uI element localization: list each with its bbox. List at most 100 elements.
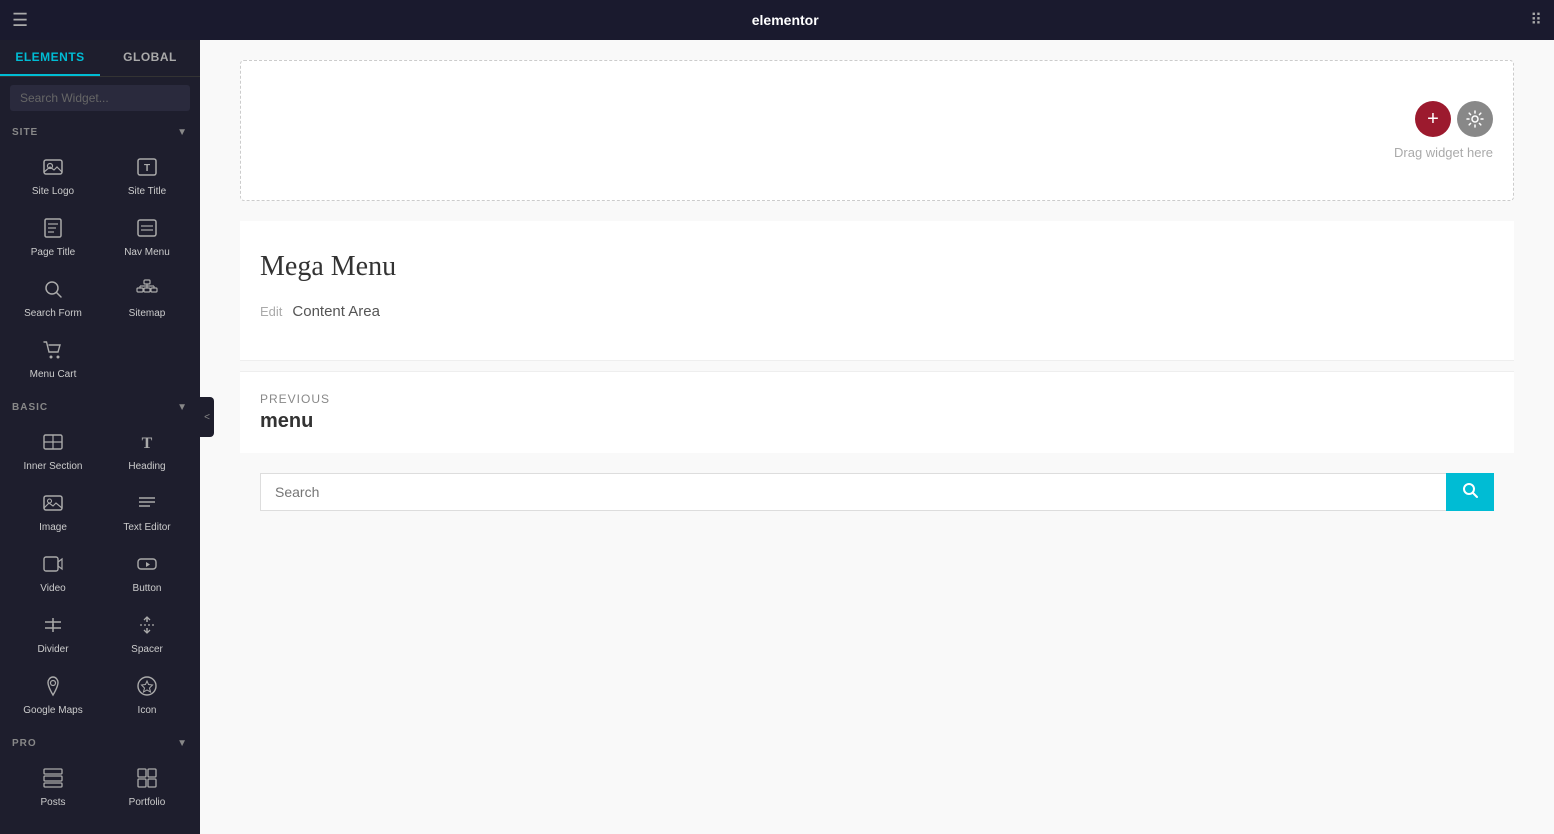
menu-cart-label: Menu Cart — [30, 369, 77, 380]
widget-button[interactable]: Button — [100, 543, 194, 604]
site-section-label: SITE — [12, 127, 38, 138]
main-content: + Drag widget here Mega Menu Edit Conten… — [200, 40, 1554, 834]
inner-section-label: Inner Section — [24, 461, 83, 472]
svg-text:T: T — [144, 163, 150, 174]
widget-page-title[interactable]: Page Title — [6, 207, 100, 268]
page-title-icon — [42, 217, 64, 243]
site-logo-label: Site Logo — [32, 186, 74, 197]
site-title-icon: T — [136, 156, 158, 182]
search-input[interactable] — [10, 85, 190, 111]
search-bar-button[interactable] — [1446, 473, 1494, 511]
inner-section-icon — [42, 431, 64, 457]
page-title-label: Page Title — [31, 247, 75, 258]
basic-section-arrow: ▼ — [177, 402, 188, 413]
widget-nav-menu[interactable]: Nav Menu — [100, 207, 194, 268]
video-icon — [42, 553, 64, 579]
google-maps-icon — [42, 675, 64, 701]
site-section-arrow: ▼ — [177, 127, 188, 138]
text-editor-icon — [136, 492, 158, 518]
search-bar-input[interactable] — [260, 473, 1446, 511]
widget-heading[interactable]: T Heading — [100, 421, 194, 482]
widget-site-logo[interactable]: Site Logo — [6, 146, 100, 207]
edit-label[interactable]: Edit — [260, 304, 282, 319]
canvas-area: + Drag widget here Mega Menu Edit Conten… — [200, 40, 1554, 740]
divider-icon — [42, 614, 64, 640]
sidebar-tabs: ELEMENTS GLOBAL — [0, 40, 200, 77]
collapse-arrow-icon: < — [204, 412, 210, 423]
basic-section-label: BASIC — [12, 402, 48, 413]
nav-menu-icon — [136, 217, 158, 243]
search-bar-wrapper — [240, 473, 1514, 511]
svg-text:T: T — [142, 435, 153, 452]
tab-elements[interactable]: ELEMENTS — [0, 40, 100, 76]
post-navigation: PREVIOUS menu — [240, 371, 1514, 453]
icon-widget-icon — [136, 675, 158, 701]
pro-section-header[interactable]: PRO ▼ — [0, 730, 200, 753]
image-label: Image — [39, 522, 67, 533]
elementor-logo: elementor — [40, 12, 1530, 28]
widget-video[interactable]: Video — [6, 543, 100, 604]
mega-menu-title: Mega Menu — [260, 251, 1494, 283]
widget-spacer[interactable]: Spacer — [100, 604, 194, 665]
video-label: Video — [40, 583, 65, 594]
drag-zone-buttons: + — [1415, 101, 1493, 137]
drag-zone-label: Drag widget here — [261, 145, 1493, 160]
widget-google-maps[interactable]: Google Maps — [6, 665, 100, 726]
widget-site-title[interactable]: T Site Title — [100, 146, 194, 207]
search-submit-icon — [1462, 482, 1478, 498]
basic-widget-grid: Inner Section T Heading I — [0, 417, 200, 730]
pro-widget-grid: Posts Portfolio — [0, 753, 200, 822]
image-icon — [42, 492, 64, 518]
heading-label: Heading — [128, 461, 165, 472]
text-editor-label: Text Editor — [123, 522, 170, 533]
google-maps-label: Google Maps — [23, 705, 82, 716]
pro-section-arrow: ▼ — [177, 738, 188, 749]
menu-cart-icon — [42, 339, 64, 365]
sidebar-content: SITE ▼ Site Logo T — [0, 119, 200, 834]
widget-search-wrapper — [0, 77, 200, 119]
spacer-label: Spacer — [131, 644, 163, 655]
content-area-row: Edit Content Area — [260, 303, 1494, 320]
site-logo-icon — [42, 156, 64, 182]
widget-image[interactable]: Image — [6, 482, 100, 543]
widget-search-form[interactable]: Search Form — [6, 268, 100, 329]
widget-menu-cart[interactable]: Menu Cart — [6, 329, 100, 390]
spacer-icon — [136, 614, 158, 640]
heading-icon: T — [136, 431, 158, 457]
top-bar: ☰ elementor ⠿ — [0, 0, 1554, 40]
settings-icon — [1466, 110, 1484, 128]
basic-section-header[interactable]: BASIC ▼ — [0, 394, 200, 417]
site-section-header[interactable]: SITE ▼ — [0, 119, 200, 142]
button-icon — [136, 553, 158, 579]
icon-widget-label: Icon — [138, 705, 157, 716]
site-widget-grid: Site Logo T Site Title — [0, 142, 200, 394]
collapse-sidebar-handle[interactable]: < — [200, 397, 214, 437]
content-area-text: Content Area — [292, 303, 380, 320]
pro-section-label: PRO — [12, 738, 37, 749]
hamburger-icon[interactable]: ☰ — [12, 10, 28, 31]
add-widget-button[interactable]: + — [1415, 101, 1451, 137]
widget-icon[interactable]: Icon — [100, 665, 194, 726]
widget-text-editor[interactable]: Text Editor — [100, 482, 194, 543]
site-title-label: Site Title — [128, 186, 166, 197]
portfolio-icon — [136, 767, 158, 793]
sidebar: ELEMENTS GLOBAL SITE ▼ Site Logo — [0, 40, 200, 834]
search-form-icon — [42, 278, 64, 304]
tab-global[interactable]: GLOBAL — [100, 40, 200, 76]
drag-zone: + Drag widget here — [240, 60, 1514, 201]
widget-sitemap[interactable]: Sitemap — [100, 268, 194, 329]
sitemap-label: Sitemap — [129, 308, 166, 319]
grid-icon[interactable]: ⠿ — [1530, 10, 1542, 30]
post-nav-label: PREVIOUS — [260, 392, 1494, 406]
posts-icon — [42, 767, 64, 793]
settings-button[interactable] — [1457, 101, 1493, 137]
widget-inner-section[interactable]: Inner Section — [6, 421, 100, 482]
post-nav-title[interactable]: menu — [260, 410, 1494, 433]
widget-portfolio[interactable]: Portfolio — [100, 757, 194, 818]
sitemap-icon — [136, 278, 158, 304]
widget-divider[interactable]: Divider — [6, 604, 100, 665]
mega-menu-section: Mega Menu Edit Content Area — [240, 221, 1514, 361]
widget-posts[interactable]: Posts — [6, 757, 100, 818]
divider-label: Divider — [37, 644, 68, 655]
portfolio-label: Portfolio — [129, 797, 166, 808]
